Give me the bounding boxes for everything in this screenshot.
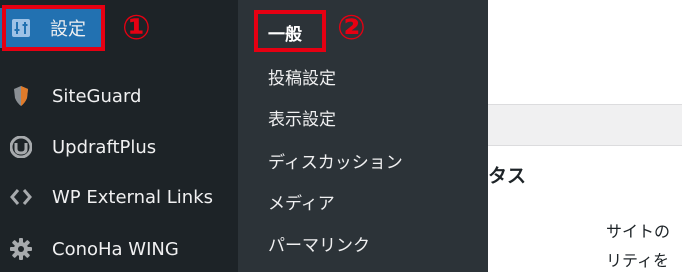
section-heading: タス [488, 165, 527, 187]
main-content-top [488, 0, 682, 104]
sidebar-item-label: SiteGuard [52, 85, 142, 107]
sidebar-item-wp-external-links[interactable]: WP External Links [0, 177, 238, 217]
sidebar-item-label: UpdraftPlus [52, 136, 157, 158]
submenu-item-discussion[interactable]: ディスカッション [268, 148, 403, 173]
submenu-item-reading[interactable]: 表示設定 [268, 105, 336, 130]
sidebar-item-label: WP External Links [52, 186, 214, 208]
sidebar-item-updraftplus[interactable]: UpdraftPlus [0, 127, 238, 167]
siteguard-shield-icon [10, 85, 32, 107]
submenu-item-media[interactable]: メディア [268, 189, 335, 214]
sidebar-item-label: ConoHa WING [52, 238, 179, 260]
updraftplus-icon [10, 136, 32, 158]
gear-icon [10, 238, 32, 260]
description-line-1: サイトの [606, 222, 671, 241]
code-brackets-icon [10, 186, 32, 208]
annotation-number-1: ① [122, 8, 151, 48]
annotation-box-settings [2, 5, 105, 51]
description-line-2: リティを [606, 251, 670, 270]
sidebar-item-siteguard[interactable]: SiteGuard [0, 76, 238, 116]
main-content-bar [488, 104, 682, 146]
sidebar-item-conoha-wing[interactable]: ConoHa WING [0, 229, 238, 269]
submenu-item-writing[interactable]: 投稿設定 [268, 64, 336, 89]
submenu-item-permalinks[interactable]: パーマリンク [268, 231, 370, 256]
annotation-number-2: ② [337, 8, 366, 48]
annotation-box-general [254, 10, 326, 52]
